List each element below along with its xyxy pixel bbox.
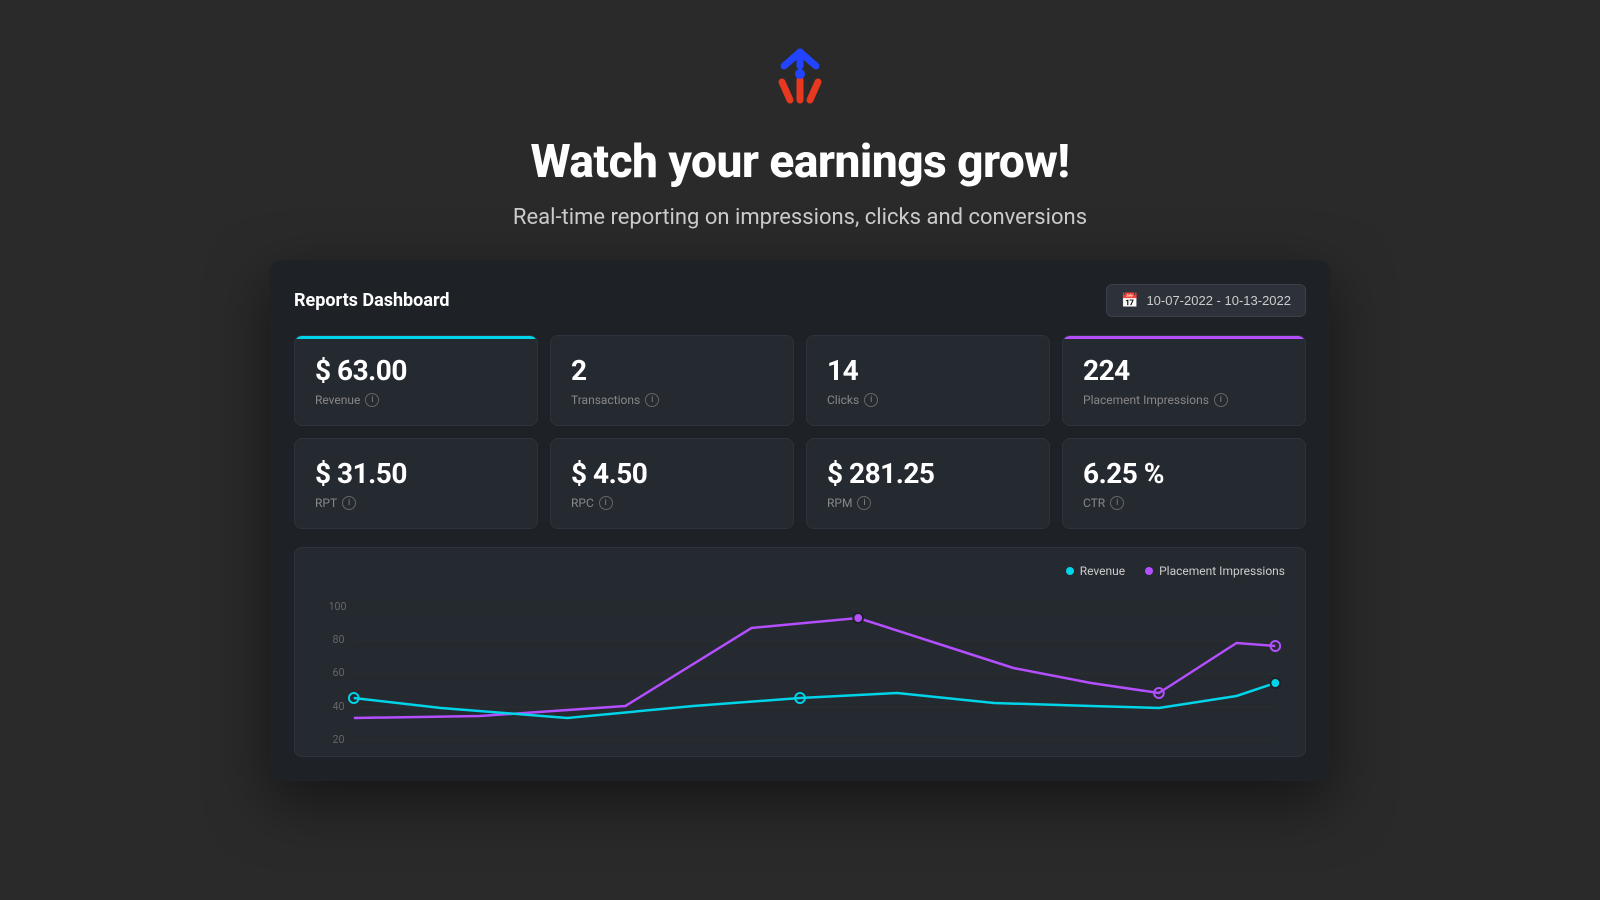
legend-dot-revenue [1066,567,1074,575]
metric-card-clicks: 14 Clicks i [806,335,1050,426]
legend-label-placement-impressions: Placement Impressions [1159,564,1285,578]
svg-text:60: 60 [332,666,344,679]
metric-label-placement-impressions: Placement Impressions i [1083,393,1285,407]
metric-card-rpc: $ 4.50 RPC i [550,438,794,529]
svg-text:80: 80 [332,633,344,646]
metric-value-revenue: $ 63.00 [315,354,517,387]
info-icon-rpc[interactable]: i [599,496,613,510]
metric-value-clicks: 14 [827,354,1029,387]
dashboard-header: Reports Dashboard 📅 10-07-2022 - 10-13-2… [294,284,1306,317]
hero-subtitle: Real-time reporting on impressions, clic… [513,205,1087,230]
svg-text:20: 20 [332,733,344,746]
legend-item-revenue: Revenue [1066,564,1125,578]
brand-logo [765,45,835,115]
metrics-bottom-grid: $ 31.50 RPT i $ 4.50 RPC i $ 281.25 RPM … [294,438,1306,529]
chart-legend: Revenue Placement Impressions [315,564,1285,578]
hero-section: Watch your earnings grow! Real-time repo… [0,0,1600,260]
legend-label-revenue: Revenue [1080,564,1125,578]
date-range-button[interactable]: 📅 10-07-2022 - 10-13-2022 [1106,284,1306,317]
info-icon-clicks[interactable]: i [864,393,878,407]
metric-label-ctr: CTR i [1083,496,1285,510]
chart-svg: 20 40 60 80 100 [315,588,1285,748]
metric-card-placement-impressions: 224 Placement Impressions i [1062,335,1306,426]
chart-area: Revenue Placement Impressions 20 40 60 8… [294,547,1306,757]
dashboard-container: Reports Dashboard 📅 10-07-2022 - 10-13-2… [270,260,1330,781]
metric-value-rpt: $ 31.50 [315,457,517,490]
metric-label-rpt: RPT i [315,496,517,510]
metric-label-revenue: Revenue i [315,393,517,407]
svg-text:40: 40 [332,700,344,713]
date-range-label: 10-07-2022 - 10-13-2022 [1146,293,1291,308]
metric-card-revenue: $ 63.00 Revenue i [294,335,538,426]
metric-label-rpc: RPC i [571,496,773,510]
metric-value-rpc: $ 4.50 [571,457,773,490]
metric-card-rpt: $ 31.50 RPT i [294,438,538,529]
info-icon-revenue[interactable]: i [365,393,379,407]
metric-label-rpm: RPM i [827,496,1029,510]
metric-value-rpm: $ 281.25 [827,457,1029,490]
metric-label-transactions: Transactions i [571,393,773,407]
metric-label-clicks: Clicks i [827,393,1029,407]
metric-value-ctr: 6.25 % [1083,457,1285,490]
metric-card-transactions: 2 Transactions i [550,335,794,426]
metric-value-transactions: 2 [571,354,773,387]
calendar-icon: 📅 [1121,292,1138,309]
info-icon-ctr[interactable]: i [1110,496,1124,510]
info-icon-transactions[interactable]: i [645,393,659,407]
svg-text:100: 100 [329,600,347,613]
info-icon-placement-impressions[interactable]: i [1214,393,1228,407]
metric-value-placement-impressions: 224 [1083,354,1285,387]
legend-dot-placement-impressions [1145,567,1153,575]
metrics-top-grid: $ 63.00 Revenue i 2 Transactions i 14 Cl… [294,335,1306,426]
metric-card-rpm: $ 281.25 RPM i [806,438,1050,529]
hero-title: Watch your earnings grow! [531,135,1070,189]
legend-item-placement-impressions: Placement Impressions [1145,564,1285,578]
dashboard-title: Reports Dashboard [294,290,450,311]
info-icon-rpm[interactable]: i [857,496,871,510]
info-icon-rpt[interactable]: i [342,496,356,510]
metric-card-ctr: 6.25 % CTR i [1062,438,1306,529]
